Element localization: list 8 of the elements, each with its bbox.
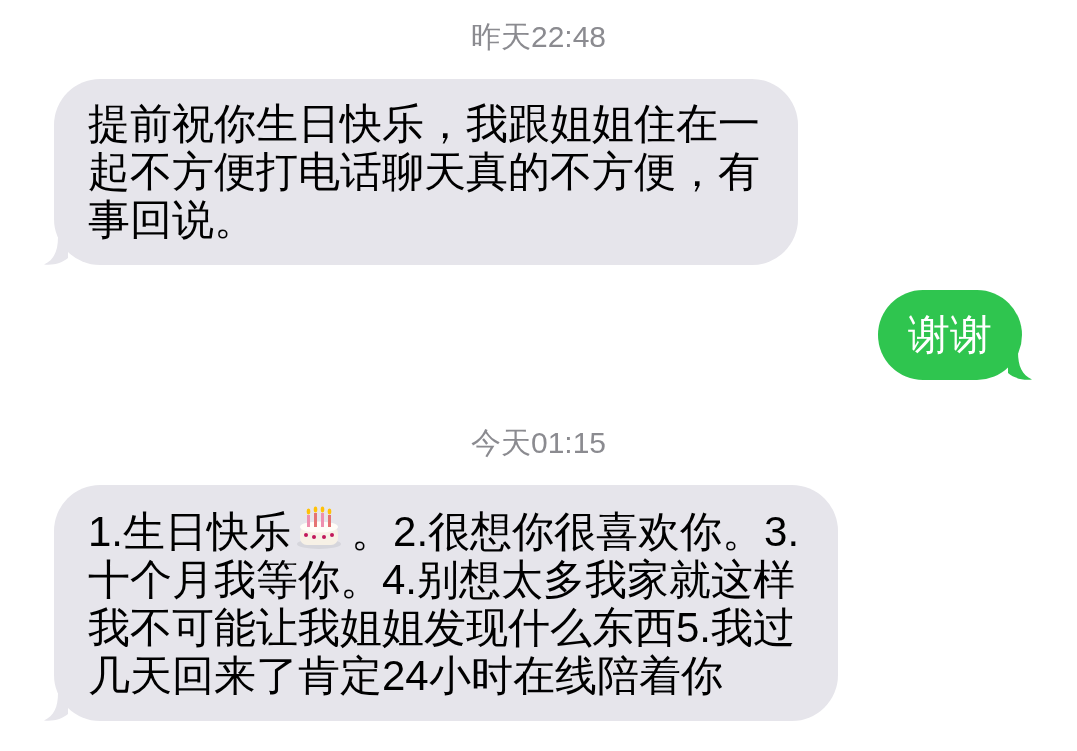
message-timestamp: 昨天22:48	[470, 20, 607, 54]
message-text: 十个月我等你。4.别想太多我家就这样我不可能让我姐姐发现什么东西5.我过几天回来了肯定24小时在线陪着你	[88, 556, 796, 699]
message-text: 谢谢	[908, 311, 992, 358]
message-text: 1.生日快乐	[88, 508, 292, 555]
cake-icon	[295, 506, 344, 550]
message-text: 提前祝你生日快乐，我跟姐姐住在一起不方便打电话聊天真的不方便，有事回说。	[88, 100, 760, 243]
message-text: 。2.很想你很喜欢你。3.	[351, 508, 800, 555]
message-timestamp: 今天01:15	[470, 426, 607, 460]
